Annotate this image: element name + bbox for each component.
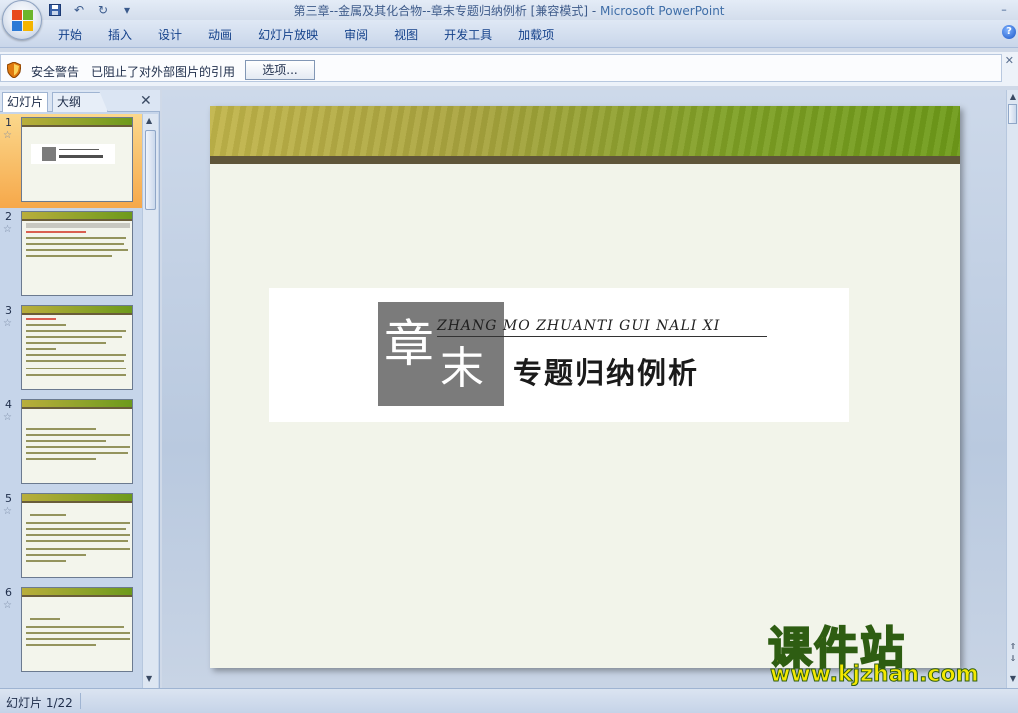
thumbnail-preview [21,587,133,672]
slide-number: 3 [5,304,12,317]
thumbnail-preview [21,399,133,484]
security-warning-title: 安全警告 [31,65,80,79]
slide-scrollbar[interactable]: ▲ ⇑ ⇓ ▼ [1006,90,1018,688]
thumbnail-preview [21,117,133,202]
scrollbar-thumb[interactable] [1008,104,1017,124]
current-slide[interactable]: 章 末 ZHANG MO ZHUANTI GUI NALI XI 专题归纳例析 [210,106,960,668]
tab-review[interactable]: 审阅 [344,26,382,43]
tab-slides[interactable]: 幻灯片 [2,92,49,112]
transition-star-icon: ☆ [3,318,12,329]
slide-thumbnail-1[interactable]: 1 ☆ [0,114,142,208]
shield-icon [7,62,21,78]
pinyin-subtitle: ZHANG MO ZHUANTI GUI NALI XI [437,318,721,334]
help-icon[interactable]: ? [1002,25,1016,39]
previous-slide-icon[interactable]: ⇑ [1008,642,1018,652]
thumbnail-preview [21,211,133,296]
tab-view[interactable]: 视图 [394,26,432,43]
slide-number: 4 [5,398,12,411]
scroll-down-icon[interactable]: ▼ [1008,674,1018,684]
window-controls: – [990,0,1018,18]
slide-header-rule [210,156,960,164]
tab-developer[interactable]: 开发工具 [444,26,506,43]
title-banner: 章 末 ZHANG MO ZHUANTI GUI NALI XI 专题归纳例析 [269,288,849,422]
slide-header-band [210,106,960,156]
scroll-down-icon[interactable]: ▼ [146,674,152,683]
panel-tabs: 幻灯片 大纲 ✕ [0,90,160,112]
slides-panel: 幻灯片 大纲 ✕ 1 ☆ 2 ☆ 3 ☆ 4 ☆ 5 ☆ 6 ☆ ▲ ▼ [0,90,160,688]
slide-number: 5 [5,492,12,505]
slide-number: 2 [5,210,12,223]
thumbnails-scrollbar[interactable]: ▲ ▼ [142,114,158,688]
thumbnail-preview [21,493,133,578]
office-button[interactable] [2,0,42,40]
transition-star-icon: ☆ [3,130,12,141]
document-title: 第三章--金属及其化合物--章末专题归纳例析 [兼容模式] [293,4,589,18]
pinyin-underline [437,336,767,337]
security-warning-text: 已阻止了对外部图片的引用 [91,65,236,79]
slide-indicator: 幻灯片 1/22 [6,696,73,710]
office-logo-icon [12,10,34,32]
slide-thumbnail-3[interactable]: 3 ☆ [0,302,142,396]
tab-animations[interactable]: 动画 [208,26,246,43]
thumbnail-preview [21,305,133,390]
scroll-up-icon[interactable]: ▲ [1008,92,1018,102]
message-bar-panel: 安全警告 已阻止了对外部图片的引用 选项... [0,54,1002,82]
slide-thumbnail-5[interactable]: 5 ☆ [0,490,142,584]
slide-thumbnail-4[interactable]: 4 ☆ [0,396,142,490]
scrollbar-thumb[interactable] [145,130,156,210]
minimize-icon[interactable]: – [990,0,1018,18]
transition-star-icon: ☆ [3,412,12,423]
tab-outline[interactable]: 大纲 [52,92,108,112]
next-slide-icon[interactable]: ⇓ [1008,654,1018,664]
options-button[interactable]: 选项... [245,60,315,80]
tab-insert[interactable]: 插入 [108,26,146,43]
app-name: Microsoft PowerPoint [600,4,725,18]
title-bar: ↶ ↻ ▾ 第三章--金属及其化合物--章末专题归纳例析 [兼容模式] - Mi… [0,0,1018,20]
message-bar-close-icon[interactable]: ✕ [1005,54,1014,67]
slide-number: 1 [5,116,12,129]
slide-title: 专题归纳例析 [513,356,700,390]
slide-canvas: 章 末 ZHANG MO ZHUANTI GUI NALI XI 专题归纳例析 [162,90,1006,688]
slide-number: 6 [5,586,12,599]
scroll-up-icon[interactable]: ▲ [146,116,152,125]
message-bar: 安全警告 已阻止了对外部图片的引用 选项... ✕ [0,52,1018,86]
transition-star-icon: ☆ [3,600,12,611]
slide-thumbnails: 1 ☆ 2 ☆ 3 ☆ 4 ☆ 5 ☆ 6 ☆ [0,114,142,688]
ribbon: 开始 插入 设计 动画 幻灯片放映 审阅 视图 开发工具 加载项 ? [0,20,1018,48]
ribbon-tabs: 开始 插入 设计 动画 幻灯片放映 审阅 视图 开发工具 加载项 [58,26,580,43]
panel-close-icon[interactable]: ✕ [140,93,152,109]
window-title: 第三章--金属及其化合物--章末专题归纳例析 [兼容模式] - Microsof… [293,4,725,18]
tab-home[interactable]: 开始 [58,26,96,43]
tab-slideshow[interactable]: 幻灯片放映 [258,26,332,43]
watermark-url: www.kjzhan.com [770,662,980,688]
transition-star-icon: ☆ [3,224,12,235]
watermark-logo: 课件站 www.kjzhan.com [767,612,1008,692]
slide-thumbnail-2[interactable]: 2 ☆ [0,208,142,302]
tab-design[interactable]: 设计 [158,26,196,43]
slide-thumbnail-6[interactable]: 6 ☆ [0,584,142,678]
transition-star-icon: ☆ [3,506,12,517]
tab-addins[interactable]: 加载项 [518,26,568,43]
